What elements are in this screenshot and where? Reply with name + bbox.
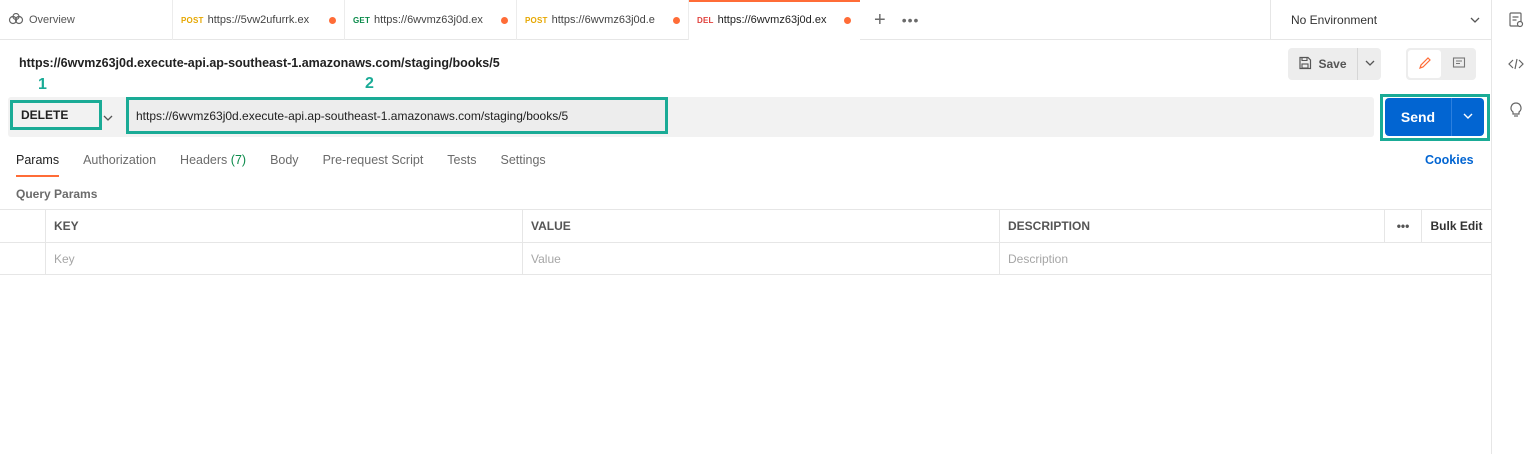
overview-icon (8, 12, 24, 28)
column-header-description: DESCRIPTION (999, 210, 1384, 242)
save-disk-icon (1298, 56, 1312, 73)
tab-bar: Overview POST https://5vw2ufurrk.ex GET … (0, 0, 1492, 40)
method-selected: DELETE (21, 108, 69, 122)
unsaved-dot-icon (501, 16, 508, 24)
tab-prerequest-script[interactable]: Pre-request Script (323, 153, 424, 177)
tab-tests[interactable]: Tests (447, 153, 476, 177)
more-tabs-icon[interactable]: ••• (902, 12, 920, 28)
unsaved-dot-icon (843, 16, 851, 24)
send-dropdown-button[interactable] (1451, 98, 1484, 136)
request-tab-url: https://5vw2ufurrk.ex (207, 14, 310, 26)
comment-icon (1452, 56, 1466, 73)
edit-mode-button[interactable] (1408, 50, 1441, 78)
row-checkbox-cell (0, 243, 45, 275)
bulk-edit-button[interactable]: Bulk Edit (1421, 210, 1491, 242)
save-button-group: Save (1288, 48, 1381, 80)
column-header-value: VALUE (522, 210, 999, 242)
unsaved-dot-icon (329, 16, 336, 24)
url-input[interactable]: https://6wvmz63j0d.execute-api.ap-southe… (126, 97, 668, 134)
right-sidebar (1491, 0, 1540, 454)
chevron-down-icon (1365, 57, 1375, 71)
tab-settings[interactable]: Settings (500, 153, 545, 177)
new-tab-plus-icon[interactable]: + (874, 10, 886, 30)
request-tab-method: POST (181, 15, 204, 25)
url-input-value: https://6wvmz63j0d.execute-api.ap-southe… (136, 108, 569, 123)
environment-selected: No Environment (1291, 13, 1378, 27)
save-dropdown-button[interactable] (1357, 48, 1381, 80)
pencil-icon (1418, 56, 1432, 73)
tab-overview[interactable]: Overview (0, 0, 172, 40)
tab-headers-label: Headers (180, 153, 228, 167)
send-button-group: Send (1385, 98, 1484, 136)
request-tab-active[interactable]: DEL https://6wvmz63j0d.ex (688, 0, 860, 40)
lightbulb-icon[interactable] (1507, 101, 1525, 119)
request-tab-method: DEL (697, 15, 714, 25)
table-checkbox-header (0, 210, 45, 242)
description-input[interactable]: Description (999, 243, 1491, 275)
chevron-down-icon[interactable] (103, 112, 113, 126)
unsaved-dot-icon (673, 16, 680, 24)
annotation-number-2: 2 (365, 75, 374, 92)
tab-body[interactable]: Body (270, 153, 299, 177)
request-tab[interactable]: POST https://6wvmz63j0d.e (516, 0, 688, 40)
query-params-label: Query Params (16, 187, 98, 201)
tab-authorization[interactable]: Authorization (83, 153, 156, 177)
request-tab-url: https://6wvmz63j0d.e (551, 14, 655, 26)
request-title[interactable]: https://6wvmz63j0d.execute-api.ap-southe… (19, 56, 500, 70)
view-mode-toggle (1406, 48, 1476, 80)
request-tab-method: GET (353, 15, 371, 25)
more-options-icon[interactable]: ••• (1384, 210, 1421, 242)
value-input[interactable]: Value (522, 243, 999, 275)
chevron-down-icon (1470, 14, 1480, 28)
key-input[interactable]: Key (45, 243, 522, 275)
query-params-table: KEY VALUE DESCRIPTION ••• Bulk Edit Key … (0, 209, 1491, 275)
tab-actions: + ••• (860, 0, 919, 39)
save-button[interactable]: Save (1288, 48, 1357, 80)
table-header-row: KEY VALUE DESCRIPTION ••• Bulk Edit (0, 209, 1491, 242)
annotation-number-1: 1 (38, 76, 47, 93)
table-row: Key Value Description (0, 242, 1491, 275)
request-tab-url: https://6wvmz63j0d.ex (717, 14, 827, 26)
request-tab[interactable]: POST https://5vw2ufurrk.ex (172, 0, 344, 40)
headers-count: (7) (230, 153, 247, 167)
request-tab[interactable]: GET https://6wvmz63j0d.ex (344, 0, 516, 40)
documentation-mode-button[interactable] (1443, 50, 1474, 78)
environment-quick-look-icon[interactable] (1507, 11, 1525, 29)
request-tab-method: POST (525, 15, 548, 25)
cookies-link[interactable]: Cookies (1425, 153, 1474, 167)
request-subtabs: Params Authorization Headers (7) Body Pr… (16, 153, 546, 177)
chevron-down-icon (1463, 110, 1473, 124)
save-label: Save (1318, 57, 1347, 71)
method-select[interactable]: DELETE (10, 100, 102, 130)
code-icon[interactable] (1507, 55, 1525, 73)
request-tab-url: https://6wvmz63j0d.ex (374, 14, 483, 26)
environment-select[interactable]: No Environment (1270, 0, 1492, 40)
tab-params[interactable]: Params (16, 153, 60, 177)
column-header-key: KEY (45, 210, 522, 242)
tab-overview-label: Overview (29, 14, 75, 26)
tab-headers[interactable]: Headers (7) (180, 153, 246, 177)
send-button[interactable]: Send (1385, 98, 1451, 136)
